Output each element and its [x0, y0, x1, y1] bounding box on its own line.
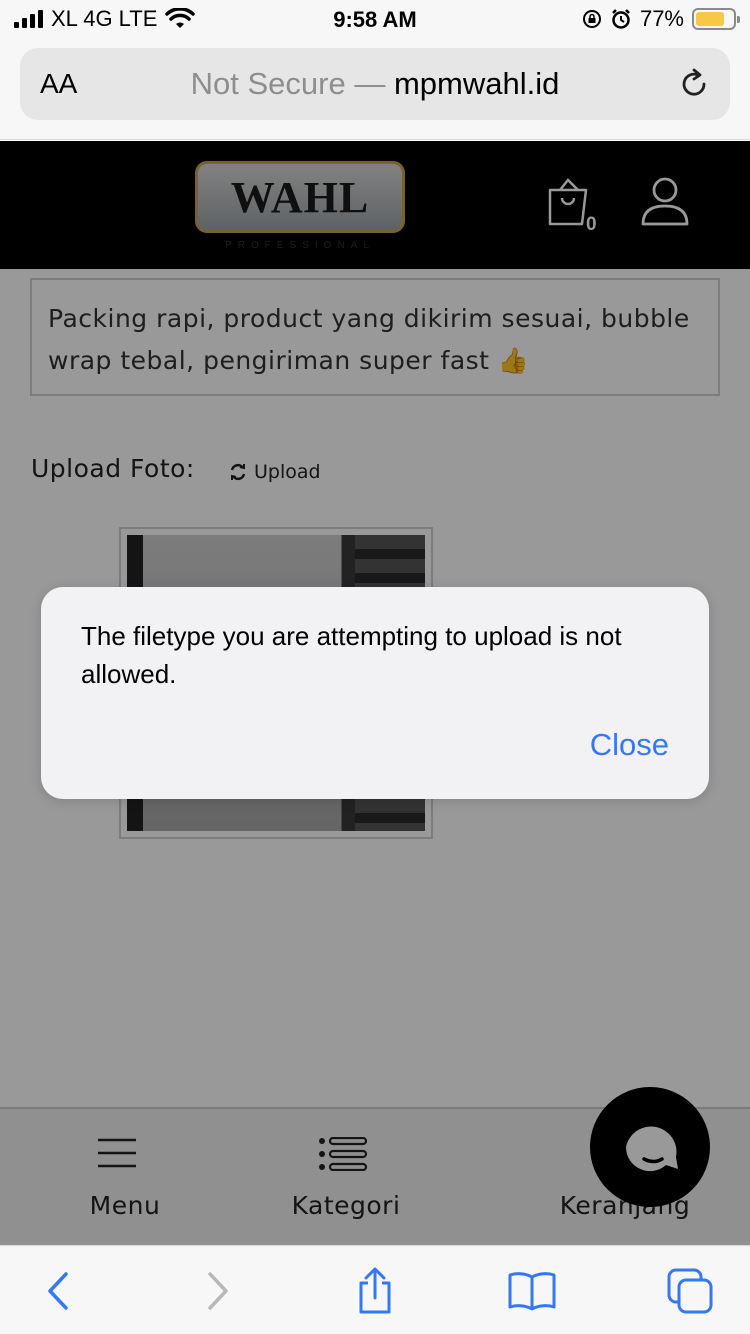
rotation-lock-icon	[582, 10, 601, 28]
address-bar[interactable]: AA Not Secure — mpmwahl.id	[20, 48, 730, 120]
forward-button[interactable]	[193, 1268, 243, 1314]
battery-fill	[696, 12, 724, 26]
error-alert-dialog: The filetype you are attempting to uploa…	[41, 587, 709, 799]
security-label: Not Secure —	[190, 66, 386, 101]
back-button[interactable]	[33, 1268, 83, 1314]
status-bar: XL 4G LTE 9:58 AM 77%	[0, 0, 750, 40]
battery-percent: 77%	[639, 6, 684, 31]
share-icon	[359, 1267, 391, 1314]
tabs-button[interactable]	[665, 1268, 715, 1314]
battery-icon	[692, 8, 740, 30]
bookmarks-button[interactable]	[507, 1268, 557, 1314]
share-button[interactable]	[350, 1267, 400, 1314]
url-display[interactable]: Not Secure — mpmwahl.id	[20, 66, 730, 102]
alert-message: The filetype you are attempting to uploa…	[81, 621, 622, 689]
tabs-icon	[667, 1268, 713, 1314]
domain-label: mpmwahl.id	[393, 66, 560, 101]
browser-address-area: AA Not Secure — mpmwahl.id	[0, 40, 750, 140]
book-icon	[508, 1272, 556, 1311]
reload-icon[interactable]	[676, 66, 712, 102]
status-right: 77%	[582, 6, 740, 32]
chevron-left-icon	[48, 1272, 68, 1310]
alarm-icon	[612, 9, 630, 29]
chevron-right-icon	[208, 1272, 228, 1310]
browser-toolbar	[0, 1245, 750, 1334]
close-button[interactable]: Close	[590, 727, 669, 763]
